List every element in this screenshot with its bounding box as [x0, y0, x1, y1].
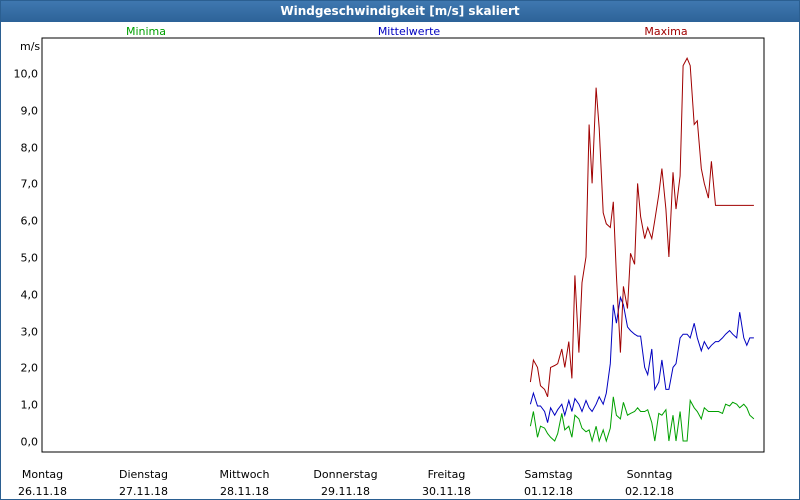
legend-entry-minima: Minima — [126, 25, 166, 38]
x-tick-day: Freitag — [428, 468, 466, 481]
y-tick-label: 0,0 — [21, 436, 39, 449]
x-tick-day: Mittwoch — [220, 468, 270, 481]
x-tick-date: 30.11.18 — [422, 485, 471, 498]
y-tick-label: 5,0 — [21, 252, 39, 265]
y-tick-label: 6,0 — [21, 215, 39, 228]
x-tick-date: 29.11.18 — [321, 485, 370, 498]
y-axis-ticks: 0,0 1,0 2,0 3,0 4,0 5,0 6,0 7,0 8,0 9,0 10,0 — [14, 68, 39, 449]
x-tick-date: 01.12.18 — [524, 485, 573, 498]
plot-frame — [41, 37, 765, 453]
x-tick-day: Donnerstag — [313, 468, 377, 481]
x-tick-date: 26.11.18 — [18, 485, 67, 498]
y-tick-label: 1,0 — [21, 399, 39, 412]
x-tick-day: Sonntag — [627, 468, 673, 481]
plot-area — [41, 37, 765, 453]
legend-entry-maxima: Maxima — [644, 25, 687, 38]
x-tick-day: Dienstag — [119, 468, 168, 481]
x-tick-date: 02.12.18 — [625, 485, 674, 498]
y-tick-label: 8,0 — [21, 142, 39, 155]
x-tick-day: Samstag — [524, 468, 572, 481]
wind-speed-chart: Minima Mittelwerte Maxima 0,0 1,0 2,0 3,0 4,0 5… — [14, 25, 765, 498]
y-tick-label: 2,0 — [21, 362, 39, 375]
y-tick-label: 4,0 — [21, 289, 39, 302]
y-tick-label: 3,0 — [21, 326, 39, 339]
x-tick-date: 27.11.18 — [119, 485, 168, 498]
x-axis-ticks: Montag 26.11.18 Dienstag 27.11.18 Mittwoch 28… — [18, 468, 674, 498]
x-tick-date: 28.11.18 — [220, 485, 269, 498]
y-axis-label: m/s — [20, 40, 40, 53]
y-tick-label: 7,0 — [21, 178, 39, 191]
y-tick-label: 9,0 — [21, 105, 39, 118]
legend-entry-mittelwerte: Mittelwerte — [378, 25, 441, 38]
y-tick-label: 10,0 — [14, 68, 39, 81]
chart-legend: Minima Mittelwerte Maxima — [126, 25, 688, 38]
x-tick-day: Montag — [22, 468, 63, 481]
